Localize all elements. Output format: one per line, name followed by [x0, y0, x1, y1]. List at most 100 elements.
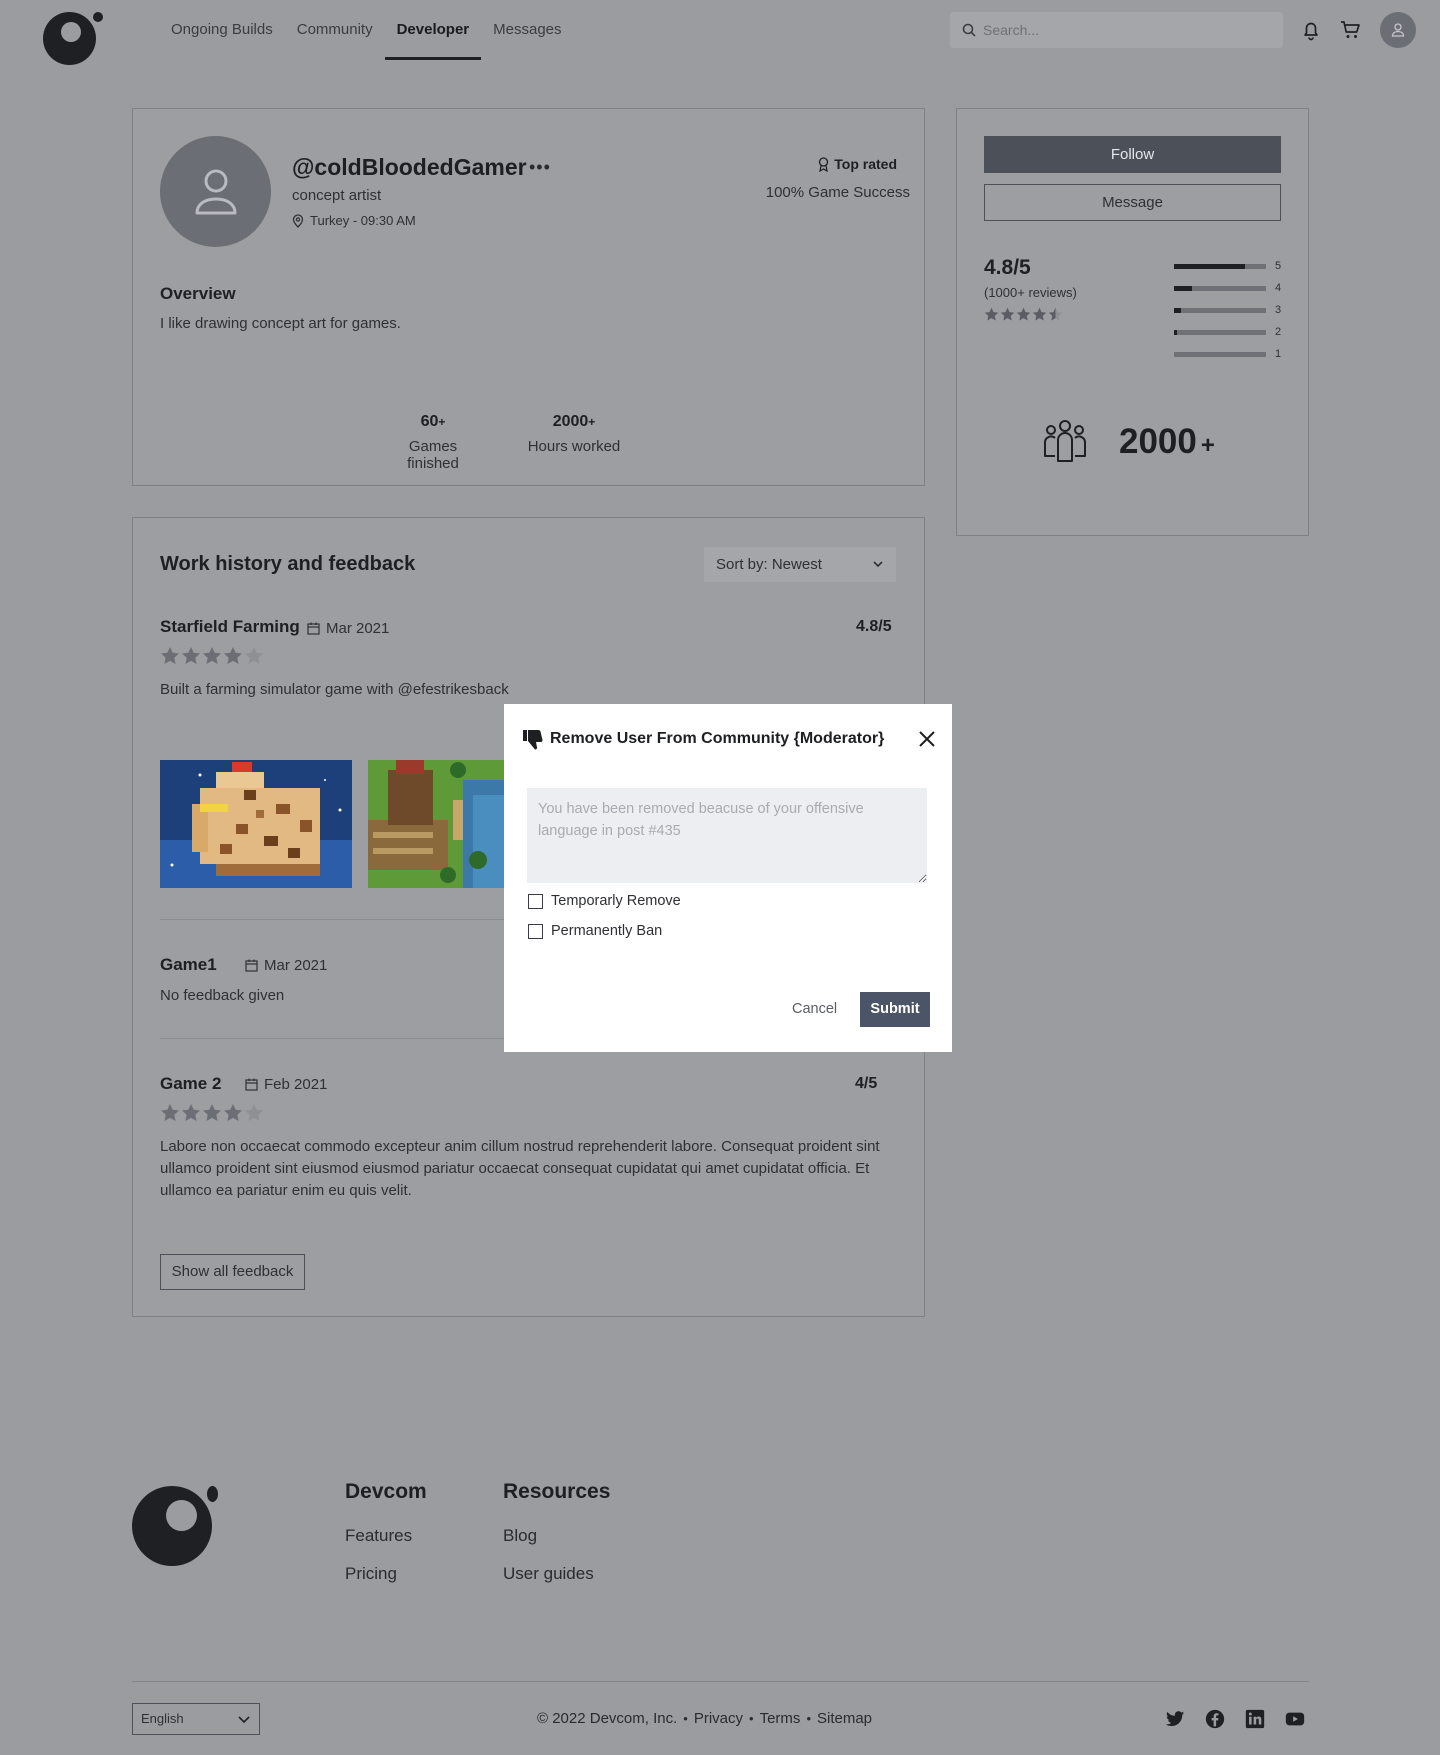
profile-username: @coldBloodedGamer — [292, 154, 527, 180]
user-icon — [195, 169, 236, 214]
stat-label: Hours worked — [527, 438, 621, 455]
job-stars — [160, 1103, 264, 1123]
devcom-logo[interactable] — [43, 12, 103, 65]
message-button[interactable]: Message — [984, 184, 1281, 221]
rating-bar-label: 5 — [1275, 260, 1282, 272]
separator-dot: • — [806, 1711, 811, 1726]
star-icon — [161, 1104, 179, 1121]
checkbox[interactable] — [528, 923, 543, 939]
footer-link-pricing[interactable]: Pricing — [345, 1564, 397, 1584]
stat-suffix: + — [438, 415, 446, 429]
job-title[interactable]: Game1 — [160, 955, 217, 975]
stat-games-finished: 60+ Games finished — [391, 413, 475, 472]
user-icon — [1391, 23, 1405, 37]
remove-user-modal: Remove User From Community {Moderator} T… — [504, 704, 952, 1052]
job-description: Labore non occaecat commodo excepteur an… — [160, 1138, 880, 1199]
checkbox[interactable] — [528, 893, 543, 909]
job-score: 4.8/5 — [856, 618, 892, 635]
language-select[interactable]: English — [132, 1703, 260, 1735]
rating-stars — [984, 307, 1063, 322]
star-icon — [245, 647, 263, 664]
footer-link-privacy[interactable]: Privacy — [694, 1710, 743, 1727]
close-icon[interactable] — [918, 730, 936, 748]
rating-bar — [1174, 351, 1266, 357]
youtube-icon[interactable] — [1284, 1708, 1306, 1730]
rating-bar — [1174, 285, 1266, 291]
star-icon — [182, 1104, 200, 1121]
submit-button[interactable]: Submit — [860, 992, 930, 1027]
rating-bar — [1174, 263, 1266, 269]
footer-col-devcom-title: Devcom — [345, 1480, 427, 1503]
rating-bar-row: 2 — [1174, 321, 1283, 343]
job-date-text: Mar 2021 — [326, 620, 390, 637]
job-score: 4/5 — [855, 1075, 878, 1092]
calendar-icon — [245, 959, 258, 972]
community-count-value: 2000 — [1119, 422, 1197, 461]
location-pin-icon — [292, 213, 304, 228]
job-description: Built a farming simulator game with @efe… — [160, 681, 509, 698]
cancel-button[interactable]: Cancel — [792, 1001, 837, 1017]
stat-value: 2000 — [552, 413, 589, 430]
stat-suffix: + — [588, 415, 596, 429]
twitter-icon[interactable] — [1164, 1708, 1186, 1730]
more-options-icon[interactable]: ••• — [529, 157, 551, 178]
job-date: Mar 2021 — [245, 957, 327, 974]
rating-bar-row: 3 — [1174, 299, 1283, 321]
overall-rating: 4.8/5 — [984, 256, 1031, 279]
removal-reason-textarea[interactable] — [527, 788, 927, 883]
profile-location: Turkey - 09:30 AM — [292, 213, 416, 228]
footer-link-user-guides[interactable]: User guides — [503, 1564, 594, 1584]
nav-messages[interactable]: Messages — [481, 0, 573, 60]
rating-bar-label: 3 — [1275, 304, 1282, 316]
nav-developer[interactable]: Developer — [384, 0, 482, 60]
footer — [0, 1382, 1440, 1755]
chevron-down-icon — [873, 561, 883, 568]
profile-role: concept artist — [292, 187, 382, 204]
linkedin-icon[interactable] — [1244, 1708, 1266, 1730]
side-card: Follow Message 4.8/5 (1000+ reviews) 5 4 3… — [956, 108, 1309, 536]
rating-bar-row: 4 — [1174, 277, 1283, 299]
footer-col-resources-title: Resources — [503, 1480, 611, 1503]
cart-icon[interactable] — [1339, 18, 1363, 42]
temporarily-remove-checkbox[interactable]: Temporarly Remove — [528, 893, 681, 909]
thumbs-down-icon — [523, 730, 543, 750]
nav-community[interactable]: Community — [285, 0, 385, 60]
show-all-feedback-button[interactable]: Show all feedback — [160, 1254, 305, 1290]
footer-link-blog[interactable]: Blog — [503, 1526, 537, 1546]
rating-bar-row: 1 — [1174, 343, 1283, 365]
star-icon — [1032, 307, 1047, 321]
job-title[interactable]: Game 2 — [160, 1074, 221, 1094]
overview-heading: Overview — [160, 284, 236, 303]
rating-bar-label: 1 — [1275, 348, 1282, 360]
permanently-ban-checkbox[interactable]: Permanently Ban — [528, 923, 662, 939]
star-icon — [203, 1104, 221, 1121]
star-icon — [245, 1104, 263, 1121]
location-text: Turkey - 09:30 AM — [310, 213, 416, 228]
sort-label: Sort by: Newest — [716, 556, 822, 573]
facebook-icon[interactable] — [1204, 1708, 1226, 1730]
user-avatar[interactable] — [1380, 12, 1416, 48]
modal-title: Remove User From Community {Moderator} — [550, 730, 885, 747]
profile-card: @coldBloodedGamer ••• concept artist Tur… — [132, 108, 925, 486]
job-title[interactable]: Starfield Farming — [160, 617, 300, 637]
star-icon — [1000, 307, 1015, 321]
footer-link-terms[interactable]: Terms — [760, 1710, 801, 1727]
footer-logo[interactable] — [132, 1486, 218, 1570]
bell-icon[interactable] — [1299, 18, 1323, 42]
footer-divider — [132, 1681, 1309, 1682]
top-rated-badge: Top rated — [818, 156, 897, 172]
footer-link-sitemap[interactable]: Sitemap — [817, 1710, 872, 1727]
project-image-chicken[interactable] — [160, 760, 352, 888]
footer-link-features[interactable]: Features — [345, 1526, 412, 1546]
chevron-down-icon — [238, 1716, 250, 1724]
follow-button[interactable]: Follow — [984, 136, 1281, 173]
search-box — [950, 12, 1283, 48]
calendar-icon — [245, 1078, 258, 1091]
nav-ongoing-builds[interactable]: Ongoing Builds — [159, 0, 285, 60]
sort-dropdown[interactable]: Sort by: Newest — [704, 547, 896, 582]
star-icon — [182, 647, 200, 664]
rating-distribution: 5 4 3 2 1 — [1174, 255, 1283, 365]
search-input[interactable] — [983, 12, 1273, 48]
profile-avatar — [160, 136, 271, 247]
review-count: (1000+ reviews) — [984, 285, 1077, 300]
